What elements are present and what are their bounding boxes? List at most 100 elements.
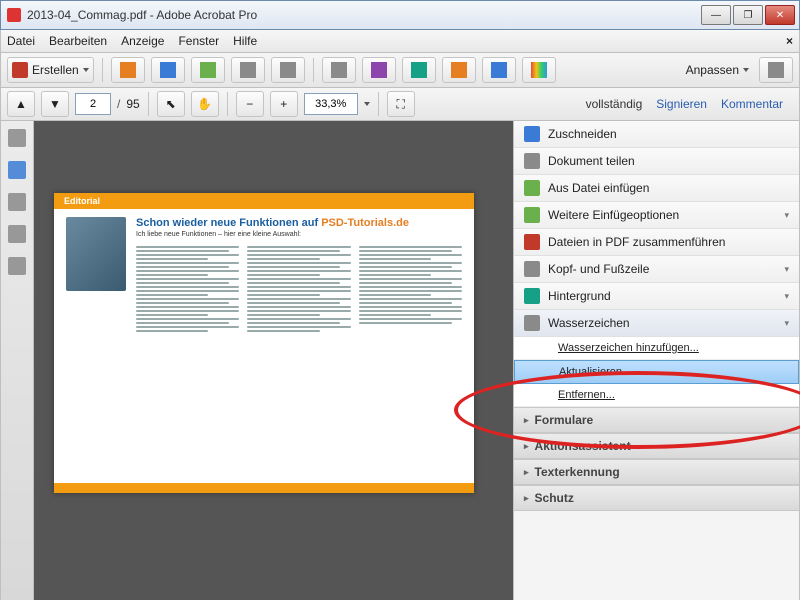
window-close-button[interactable]: ✕ (765, 5, 795, 25)
color-button[interactable] (522, 57, 556, 83)
combine-files-icon (524, 234, 540, 250)
zoom-in-button[interactable]: + (270, 91, 298, 117)
insert-more-icon (524, 207, 540, 223)
window-maximize-button[interactable]: ❐ (733, 5, 763, 25)
page-separator: / (117, 97, 120, 111)
expand-icon (768, 62, 784, 78)
create-label: Erstellen (32, 63, 79, 77)
color-bars-icon (531, 62, 547, 78)
panel-item-dokument-teilen[interactable]: Dokument teilen (514, 148, 799, 175)
scanner-icon (331, 62, 347, 78)
header-footer-icon (524, 261, 540, 277)
menu-bar: Datei Bearbeiten Anzeige Fenster Hilfe × (0, 30, 800, 53)
save-button[interactable] (151, 57, 185, 83)
save-icon (160, 62, 176, 78)
printer-icon (240, 62, 256, 78)
attachments-icon[interactable] (8, 193, 26, 211)
panel-item-aus-datei-einfuegen[interactable]: Aus Datei einfügen (514, 175, 799, 202)
document-view[interactable]: Editorial Schon wieder neue Funktionen a… (34, 121, 513, 600)
zoom-out-button[interactable]: − (236, 91, 264, 117)
article-subhead: Ich liebe neue Funktionen – hier eine kl… (136, 231, 462, 238)
customize-label: Anpassen (686, 63, 739, 77)
window-titlebar: 2013-04_Commag.pdf - Adobe Acrobat Pro —… (0, 0, 800, 30)
open-button[interactable] (111, 57, 145, 83)
menu-bearbeiten[interactable]: Bearbeiten (49, 34, 107, 48)
article-body (136, 244, 462, 334)
navigation-toolbar: ▲ ▼ / 95 ⬉ ✋ − + ⛶ vollständig Signieren… (0, 88, 800, 121)
editorial-bar: Editorial (54, 193, 474, 209)
workspace: Editorial Schon wieder neue Funktionen a… (0, 121, 800, 600)
page-number-input[interactable] (75, 93, 111, 115)
split-icon (524, 153, 540, 169)
pdf-page: Editorial Schon wieder neue Funktionen a… (54, 193, 474, 493)
thumbnails-icon[interactable] (8, 129, 26, 147)
menu-fenster[interactable]: Fenster (178, 34, 219, 48)
select-tool-button[interactable]: ⬉ (157, 91, 185, 117)
page-down-button[interactable]: ▼ (41, 91, 69, 117)
doc-close-button[interactable]: × (786, 34, 793, 48)
panel-item-zuschneiden[interactable]: Zuschneiden (514, 121, 799, 148)
watermark-icon (524, 315, 540, 331)
zoom-input[interactable] (304, 93, 358, 115)
zoom-caret-icon[interactable] (364, 102, 370, 106)
tools-tab-signieren[interactable]: Signieren (656, 97, 707, 111)
fit-page-button[interactable]: ⛶ (387, 91, 415, 117)
tools-tab-vollstaendig[interactable]: vollständig (586, 97, 643, 111)
menu-hilfe[interactable]: Hilfe (233, 34, 257, 48)
cloud-button[interactable] (191, 57, 225, 83)
dropdown-caret-icon (743, 68, 749, 72)
page-footer-bar (54, 483, 474, 493)
create-button[interactable]: Erstellen (7, 57, 94, 83)
panel-item-hintergrund[interactable]: Hintergrund▾ (514, 283, 799, 310)
scan-button[interactable] (322, 57, 356, 83)
window-minimize-button[interactable]: — (701, 5, 731, 25)
combine-icon (371, 62, 387, 78)
submenu-entfernen[interactable]: Entfernen... (514, 384, 799, 407)
accordion-formulare[interactable]: ▸Formulare (514, 407, 799, 433)
author-photo (66, 217, 126, 291)
signatures-icon[interactable] (8, 225, 26, 243)
folder-open-icon (120, 62, 136, 78)
accordion-texterkennung[interactable]: ▸Texterkennung (514, 459, 799, 485)
insert-file-icon (524, 180, 540, 196)
cloud-icon (200, 62, 216, 78)
combine-button[interactable] (362, 57, 396, 83)
main-toolbar: Erstellen Anpassen (0, 53, 800, 88)
menu-anzeige[interactable]: Anzeige (121, 34, 164, 48)
tools-panel: Zuschneiden Dokument teilen Aus Datei ei… (513, 121, 799, 600)
form-button[interactable] (442, 57, 476, 83)
share-icon (491, 62, 507, 78)
print-button[interactable] (231, 57, 265, 83)
hand-tool-button[interactable]: ✋ (191, 91, 219, 117)
panel-item-weitere-einfuegeoptionen[interactable]: Weitere Einfügeoptionen▾ (514, 202, 799, 229)
panel-item-kopf-fusszeile[interactable]: Kopf- und Fußzeile▾ (514, 256, 799, 283)
chevron-down-icon: ▾ (784, 210, 789, 221)
export-button[interactable] (402, 57, 436, 83)
pdf-doc-icon (7, 8, 21, 22)
background-icon (524, 288, 540, 304)
accordion-aktionsassistent[interactable]: ▸Aktionsassistent (514, 433, 799, 459)
create-pdf-icon (12, 62, 28, 78)
page-up-button[interactable]: ▲ (7, 91, 35, 117)
submenu-wasserzeichen-hinzufuegen[interactable]: Wasserzeichen hinzufügen... (514, 337, 799, 360)
export-icon (411, 62, 427, 78)
window-title: 2013-04_Commag.pdf - Adobe Acrobat Pro (27, 8, 699, 22)
panel-item-dateien-zusammenfuehren[interactable]: Dateien in PDF zusammenführen (514, 229, 799, 256)
bookmarks-icon[interactable] (8, 161, 26, 179)
page-total: 95 (126, 97, 139, 111)
panel-item-wasserzeichen[interactable]: Wasserzeichen▾ (514, 310, 799, 337)
email-button[interactable] (271, 57, 305, 83)
menu-datei[interactable]: Datei (7, 34, 35, 48)
dropdown-caret-icon (83, 68, 89, 72)
fullscreen-button[interactable] (759, 57, 793, 83)
share-button[interactable] (482, 57, 516, 83)
accordion-schutz[interactable]: ▸Schutz (514, 485, 799, 511)
article-headline: Schon wieder neue Funktionen auf PSD-Tut… (136, 217, 462, 229)
submenu-aktualisieren[interactable]: Aktualisieren... (514, 360, 799, 384)
chevron-down-icon: ▾ (784, 291, 789, 302)
mail-icon (280, 62, 296, 78)
customize-button[interactable]: Anpassen (682, 58, 753, 82)
tools-tab-kommentar[interactable]: Kommentar (721, 97, 783, 111)
layers-icon[interactable] (8, 257, 26, 275)
form-icon (451, 62, 467, 78)
